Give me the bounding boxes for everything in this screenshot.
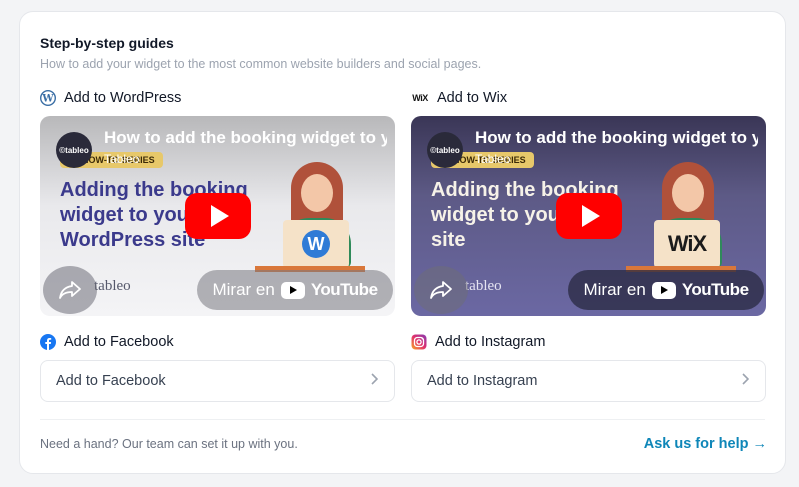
wix-icon: WiX bbox=[412, 93, 428, 103]
chevron-right-icon bbox=[370, 372, 379, 390]
play-button[interactable] bbox=[556, 193, 622, 239]
add-to-instagram-button[interactable]: Add to Instagram bbox=[411, 360, 766, 402]
share-button[interactable] bbox=[43, 266, 97, 314]
youtube-icon bbox=[280, 281, 305, 299]
chevron-right-icon bbox=[741, 372, 750, 390]
channel-name[interactable]: Tableo bbox=[104, 152, 139, 166]
add-to-facebook-label: Add to Facebook bbox=[56, 373, 166, 389]
youtube-icon bbox=[651, 281, 676, 299]
wix-video-embed[interactable]: HOW-TO SERIES Adding the booking widget … bbox=[411, 116, 766, 316]
facebook-label: Add to Facebook bbox=[64, 334, 174, 350]
divider bbox=[40, 419, 765, 420]
wordpress-logo-icon: W bbox=[302, 230, 330, 258]
play-button[interactable] bbox=[185, 193, 251, 239]
guides-card: Step-by-step guides How to add your widg… bbox=[19, 11, 786, 474]
card-subtitle: How to add your widget to the most commo… bbox=[40, 57, 482, 71]
svg-text:W: W bbox=[41, 94, 54, 105]
wordpress-label: Add to WordPress bbox=[64, 90, 182, 106]
play-icon bbox=[211, 205, 229, 227]
channel-name[interactable]: Tableo bbox=[475, 152, 510, 166]
laptop-illustration: W bbox=[283, 220, 349, 268]
add-to-instagram-label: Add to Instagram bbox=[427, 373, 538, 389]
facebook-section-label: Add to Facebook bbox=[40, 334, 174, 350]
instagram-icon bbox=[411, 334, 427, 350]
video-title[interactable]: How to add the booking widget to y bbox=[475, 128, 758, 148]
wix-label: Add to Wix bbox=[437, 90, 508, 106]
share-icon bbox=[59, 281, 81, 299]
add-to-facebook-button[interactable]: Add to Facebook bbox=[40, 360, 395, 402]
ask-for-help-link[interactable]: Ask us for help → bbox=[644, 436, 767, 452]
wix-logo-icon: WiX bbox=[667, 231, 707, 256]
channel-avatar[interactable]: ©tableo bbox=[427, 132, 463, 168]
help-text: Need a hand? Our team can set it up with… bbox=[40, 437, 298, 451]
wordpress-video-embed[interactable]: HOW-TO SERIES Adding the booking widget … bbox=[40, 116, 395, 316]
youtube-wordmark: YouTube bbox=[681, 280, 749, 299]
play-icon bbox=[582, 205, 600, 227]
wordpress-section-label: W Add to WordPress bbox=[40, 90, 181, 106]
tableo-watermark: tableo bbox=[94, 278, 131, 294]
watch-on-youtube-button[interactable]: Mirar en YouTube bbox=[197, 270, 393, 310]
video-title[interactable]: How to add the booking widget to y bbox=[104, 128, 387, 148]
channel-avatar[interactable]: ©tableo bbox=[56, 132, 92, 168]
facebook-icon bbox=[40, 334, 56, 350]
tableo-watermark: tableo bbox=[465, 278, 502, 294]
wix-section-label: WiX Add to Wix bbox=[411, 90, 507, 106]
watch-label: Mirar en bbox=[212, 280, 275, 299]
share-icon bbox=[430, 281, 452, 299]
instagram-section-label: Add to Instagram bbox=[411, 334, 545, 350]
watch-label: Mirar en bbox=[583, 280, 646, 299]
card-title: Step-by-step guides bbox=[40, 35, 174, 51]
youtube-wordmark: YouTube bbox=[310, 280, 378, 299]
wordpress-icon: W bbox=[40, 90, 56, 106]
share-button[interactable] bbox=[414, 266, 468, 314]
watch-on-youtube-button[interactable]: Mirar en YouTube bbox=[568, 270, 764, 310]
laptop-illustration: WiX bbox=[654, 220, 720, 268]
instagram-label: Add to Instagram bbox=[435, 334, 546, 350]
